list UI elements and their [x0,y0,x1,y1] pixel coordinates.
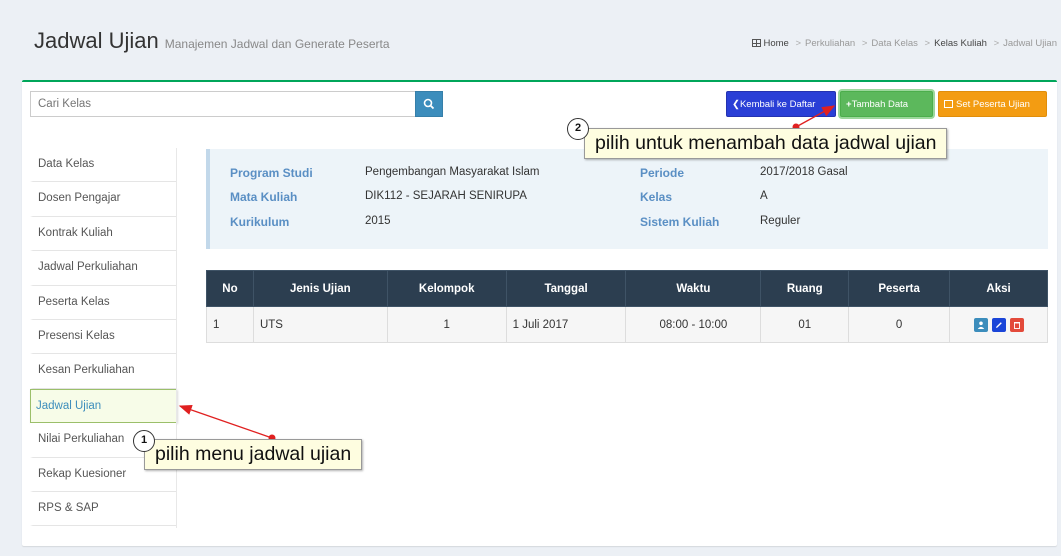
add-data-button[interactable]: +Tambah Data [840,91,933,117]
search-icon [423,98,435,110]
cell-tanggal: 1 Juli 2017 [505,306,627,343]
table-header-row: No Jenis Ujian Kelompok Tanggal Waktu Ru… [206,270,1048,307]
pencil-icon [995,321,1002,328]
breadcrumb-separator: > [993,38,1000,49]
sidebar-item-kesan-perkuliahan[interactable]: Kesan Perkuliahan [30,354,177,389]
column-header-tanggal: Tanggal [505,270,627,307]
sidebar-item-label: Jadwal Perkuliahan [38,261,138,274]
sidebar-item-label: Dosen Pengajar [38,192,121,205]
kelas-label: Kelas [640,190,673,204]
cell-waktu: 08:00 - 10:00 [625,306,762,343]
exam-schedule-table: No Jenis Ujian Kelompok Tanggal Waktu Ru… [206,270,1048,343]
sidebar-item-rps-sap[interactable]: RPS & SAP [30,491,177,527]
column-header-waktu: Waktu [625,270,762,307]
sidebar-item-label: Kesan Perkuliahan [38,364,135,377]
back-to-list-label: Kembali ke Daftar [739,99,816,110]
calendar-icon [944,100,953,108]
breadcrumb: Home > Perkuliahan > Data Kelas > Kelas Kul… [751,38,1057,49]
sidebar-item-dosen-pengajar[interactable]: Dosen Pengajar [30,182,177,217]
sidebar-item-peserta-kelas[interactable]: Peserta Kelas [30,285,177,320]
cell-jenis-ujian: UTS [252,306,388,343]
add-data-label: Tambah Data [851,99,909,110]
edit-button[interactable] [991,317,1006,332]
column-header-ruang: Ruang [760,270,850,307]
set-exam-participants-label: Set Peserta Ujian [956,99,1030,110]
sidebar-item-jadwal-perkuliahan[interactable]: Jadwal Perkuliahan [30,251,177,286]
cell-peserta: 0 [848,306,951,343]
chevron-left-icon: ❮ [732,99,740,110]
callout-menu-jadwal-ujian: pilih menu jadwal ujian [144,439,363,470]
breadcrumb-separator: > [795,38,802,49]
set-exam-participants-button[interactable]: Set Peserta Ujian [938,91,1047,117]
content-header: Jadwal Ujian Manajemen Jadwal dan Generat… [0,0,1061,80]
back-to-list-button[interactable]: ❮Kembali ke Daftar [726,91,836,117]
sistem-kuliah-label: Sistem Kuliah [640,215,720,229]
sidebar-item-label: Presensi Kelas [38,329,115,342]
mata-kuliah-value: DIK112 - SEJARAH SENIRUPA [365,190,527,202]
column-header-peserta: Peserta [848,270,951,307]
page-title-text: Jadwal Ujian [34,28,159,53]
cell-ruang: 01 [760,306,850,343]
user-icon [977,321,984,329]
cell-aksi [949,306,1048,343]
sidebar-item-label: Jadwal Ujian [36,399,102,412]
sistem-kuliah-value: Reguler [760,215,801,227]
cell-no: 1 [206,306,254,343]
sidebar-item-presensi-kelas[interactable]: Presensi Kelas [30,319,177,355]
breadcrumb-data-kelas[interactable]: Data Kelas [871,38,917,49]
sidebar-item-label: Nilai Perkuliahan [38,433,125,446]
sidebar-item-label: Kontrak Kuliah [38,226,113,239]
search-input[interactable] [30,91,416,117]
periode-value: 2017/2018 Gasal [760,166,848,178]
participants-button[interactable] [973,317,988,332]
sidebar-item-data-kelas[interactable]: Data Kelas [30,148,177,183]
callout-add-data: pilih untuk menambah data jadwal ujian [584,128,948,159]
table-row: 1 UTS 1 1 Juli 2017 08:00 - 10:00 01 0 [206,306,1048,343]
page-subtitle: Manajemen Jadwal dan Generate Peserta [164,37,390,51]
sidebar-item-label: RPS & SAP [38,501,99,514]
column-header-jenis-ujian: Jenis Ujian [252,270,388,307]
sidebar-item-label: Data Kelas [38,158,95,170]
sidebar-divider [176,148,177,528]
step-number-2: 2 [567,118,589,140]
breadcrumb-separator: > [861,38,868,49]
dashboard-icon [751,39,761,47]
sidebar-item-label: Peserta Kelas [38,295,110,308]
callout-text: pilih menu jadwal ujian [155,443,352,465]
breadcrumb-perkuliahan[interactable]: Perkuliahan [805,38,855,49]
sidebar-item-kontrak-kuliah[interactable]: Kontrak Kuliah [30,216,177,252]
sidebar-item-label: Rekap Kuesioner [38,467,127,480]
step-number-1: 1 [133,430,155,452]
kelas-value: A [760,190,768,202]
breadcrumb-jadwal-ujian: Jadwal Ujian [1003,38,1057,49]
breadcrumb-kelas-kuliah[interactable]: Kelas Kuliah [934,38,987,49]
mata-kuliah-label: Mata Kuliah [230,190,298,204]
search-button[interactable] [415,91,443,117]
delete-button[interactable] [1009,317,1024,332]
class-info-panel: Program Studi Pengembangan Masyarakat Is… [206,149,1048,249]
program-studi-label: Program Studi [230,166,313,180]
column-header-aksi: Aksi [949,270,1048,307]
cell-kelompok: 1 [386,306,507,343]
program-studi-value: Pengembangan Masyarakat Islam [365,166,540,178]
periode-label: Periode [640,166,685,180]
trash-icon [1013,321,1020,329]
kurikulum-label: Kurikulum [230,215,290,229]
column-header-kelompok: Kelompok [386,270,507,307]
callout-text: pilih untuk menambah data jadwal ujian [595,132,937,154]
page-title: Jadwal Ujian Manajemen Jadwal dan Generat… [34,28,390,54]
sidebar-item-jadwal-ujian[interactable]: Jadwal Ujian [30,388,177,424]
breadcrumb-separator: > [924,38,931,49]
column-header-no: No [206,270,254,307]
breadcrumb-home[interactable]: Home [764,38,789,49]
kurikulum-value: 2015 [365,215,391,227]
